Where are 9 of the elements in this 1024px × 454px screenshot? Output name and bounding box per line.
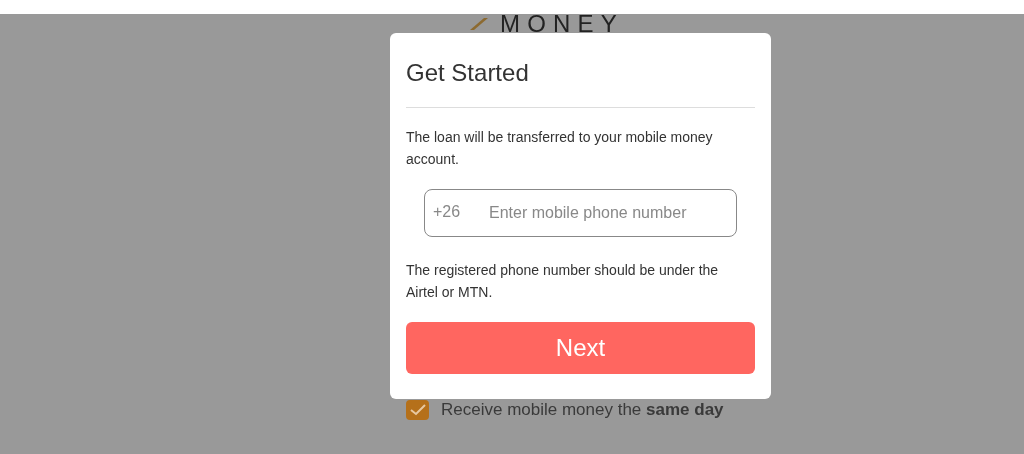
intro-text: The loan will be transferred to your mobile money account.: [406, 128, 714, 169]
checkbox[interactable]: [406, 399, 429, 420]
logo-stripe-icon: [470, 18, 488, 30]
next-button[interactable]: Next: [406, 322, 755, 374]
dialog-title: Get Started: [406, 33, 755, 108]
logo-text: MONEY: [500, 12, 624, 36]
feature-text: Receive mobile money the same day: [441, 399, 724, 421]
note-text: The registered phone number should be under the Airtel or MTN.: [406, 261, 720, 302]
country-code: +26: [433, 204, 461, 220]
